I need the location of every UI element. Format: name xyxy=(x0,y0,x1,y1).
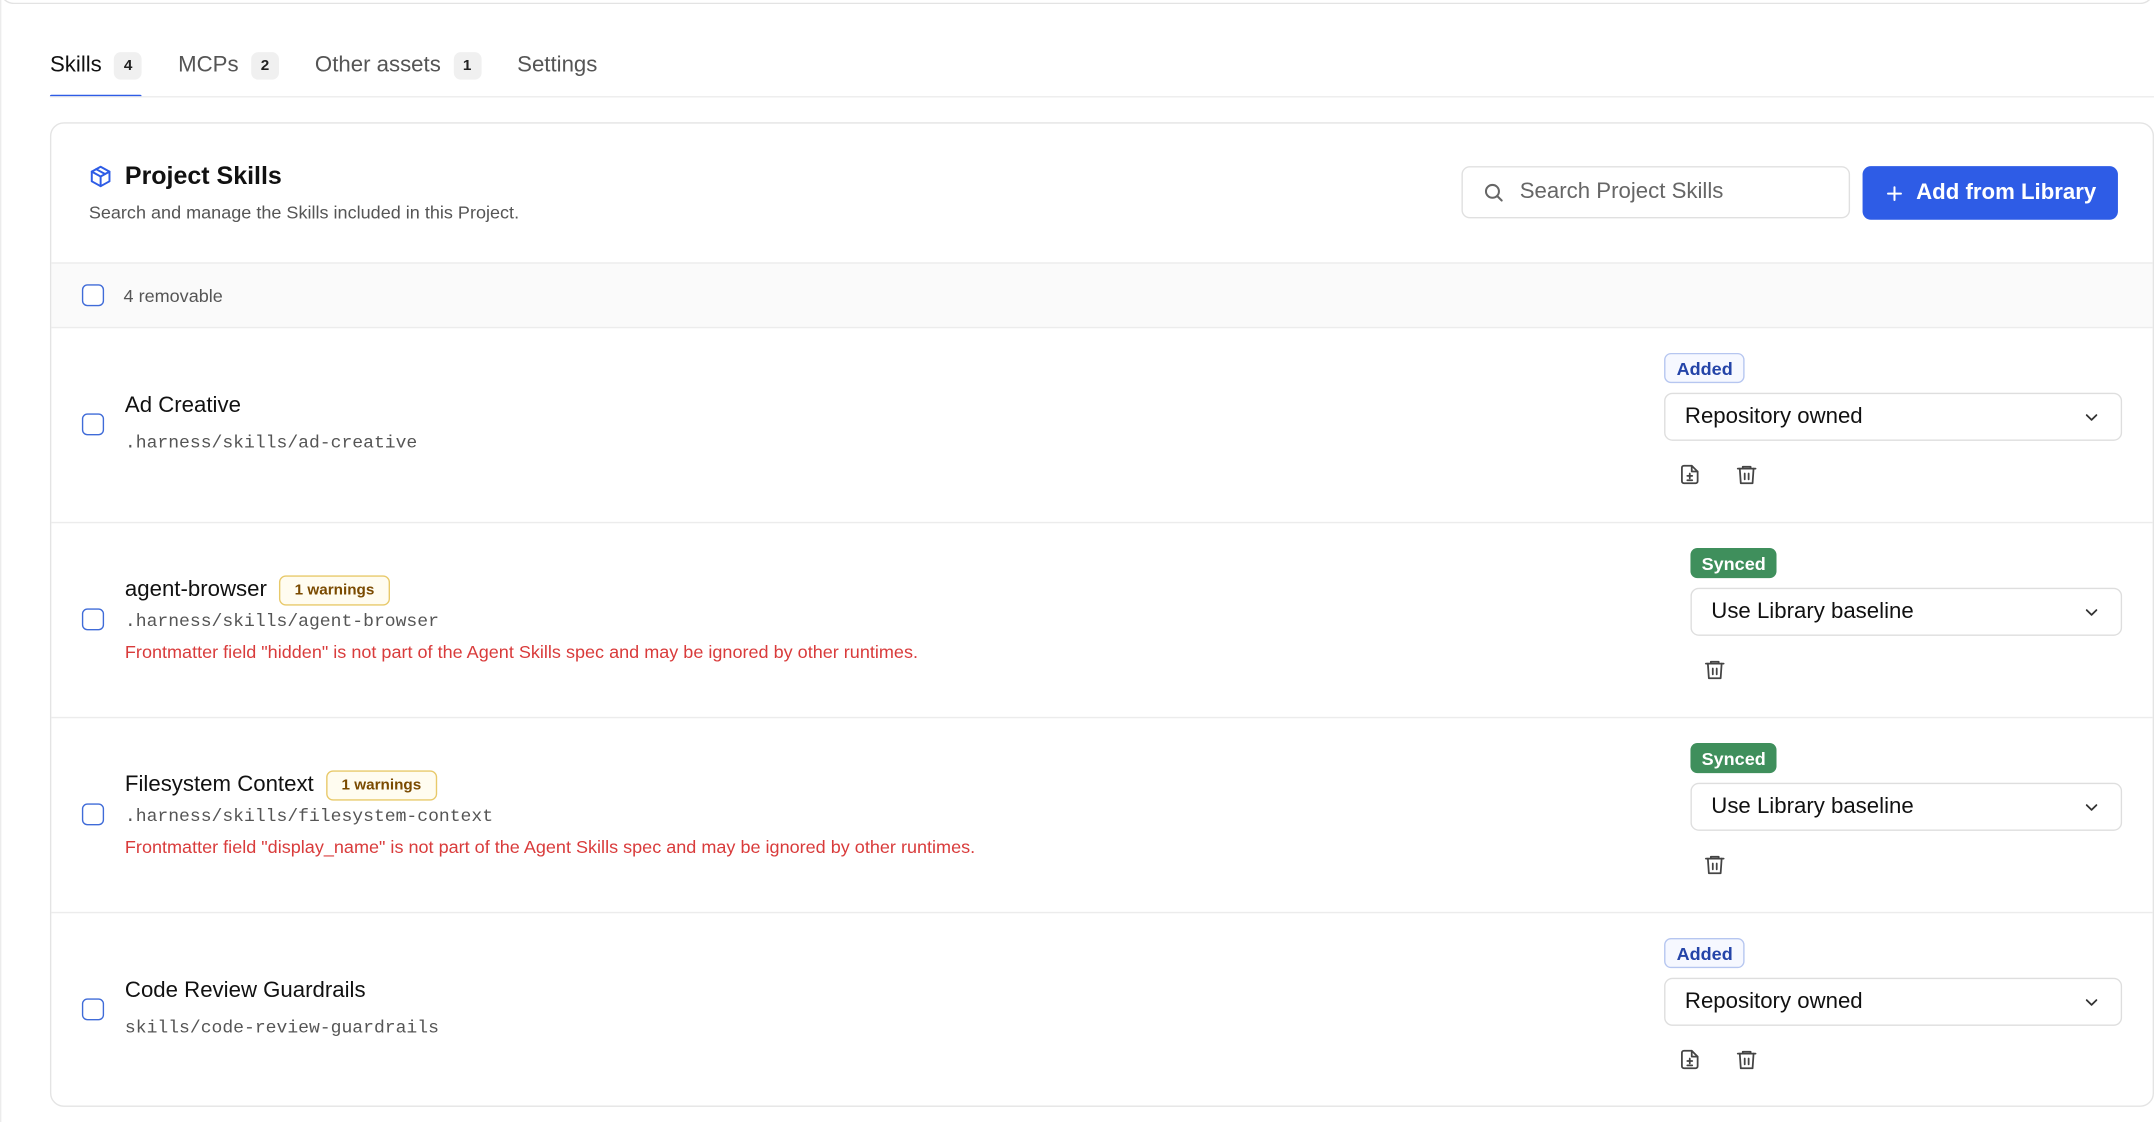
delete-button[interactable] xyxy=(1700,850,1728,877)
skill-name-line: Ad Creative xyxy=(125,394,241,419)
tab-skills-label: Skills xyxy=(49,53,102,77)
warning-badge: 1 warnings xyxy=(326,770,437,801)
tabs-divider xyxy=(49,96,2154,98)
chevron-down-icon xyxy=(2085,413,2098,421)
ownership-select-value: Repository owned xyxy=(1684,404,1863,428)
status-badge: Synced xyxy=(1690,547,1777,579)
tab-settings-label: Settings xyxy=(517,53,598,77)
status-badge: Added xyxy=(1664,937,1746,969)
panel-title-row: Project Skills xyxy=(89,162,282,191)
skill-name: agent-browser xyxy=(124,578,267,602)
chevron-down-icon xyxy=(2085,803,2098,811)
tab-other-assets[interactable]: Other assets 1 xyxy=(314,36,482,96)
file-diff-button[interactable] xyxy=(1675,460,1703,487)
plus-icon xyxy=(1886,185,1902,201)
skill-name: Filesystem Context xyxy=(124,773,314,797)
trash-icon xyxy=(1704,660,1724,679)
trash-icon xyxy=(1704,855,1724,874)
select-all-row: 4 removable xyxy=(51,262,2153,329)
panel-header: Project Skills Search and manage the Ski… xyxy=(51,124,2152,263)
skill-row-checkbox[interactable] xyxy=(81,608,105,631)
skill-name: Ad Creative xyxy=(124,394,241,418)
warning-badge: 1 warnings xyxy=(279,575,390,606)
chevron-down-icon xyxy=(2085,998,2098,1006)
skill-name-line: agent-browser 1 warnings xyxy=(124,575,390,606)
warning-message: Frontmatter field "hidden" is not part o… xyxy=(124,641,919,662)
search-box[interactable] xyxy=(1461,166,1851,219)
ownership-select-value: Repository owned xyxy=(1684,989,1863,1013)
package-icon xyxy=(90,165,111,188)
page-left-edge xyxy=(0,0,2,1122)
page: Skills 4 MCPs 2 Other assets 1 Settings xyxy=(0,0,2154,1122)
tab-other-assets-count: 1 xyxy=(453,52,482,80)
project-skills-panel: Project Skills Search and manage the Ski… xyxy=(49,122,2154,1107)
skill-row: agent-browser 1 warnings .harness/skills… xyxy=(51,523,2153,719)
ownership-select[interactable]: Repository owned xyxy=(1664,392,2123,441)
skill-path: skills/code-review-guardrails xyxy=(124,1017,439,1039)
status-badge: Added xyxy=(1664,352,1746,384)
skill-path: .harness/skills/filesystem-context xyxy=(124,806,494,827)
tab-mcps-count: 2 xyxy=(251,52,279,80)
skill-name-line: Filesystem Context 1 warnings xyxy=(124,770,437,801)
skill-row: Code Review Guardrails skills/code-revie… xyxy=(51,913,2152,1105)
skill-path: .harness/skills/ad-creative xyxy=(124,432,418,454)
panel-subtitle: Search and manage the Skills included in… xyxy=(88,201,520,223)
chevron-down-icon xyxy=(2085,608,2098,616)
ownership-select[interactable]: Use Library baseline xyxy=(1690,587,2123,636)
skill-row: Filesystem Context 1 warnings .harness/s… xyxy=(51,718,2153,914)
ownership-select[interactable]: Repository owned xyxy=(1664,977,2123,1026)
delete-button[interactable] xyxy=(1732,1045,1760,1072)
ownership-select-value: Use Library baseline xyxy=(1711,599,1914,623)
warning-message: Frontmatter field "display_name" is not … xyxy=(124,836,976,857)
skill-name: Code Review Guardrails xyxy=(124,979,366,1003)
delete-button[interactable] xyxy=(1732,460,1760,487)
ownership-select[interactable]: Use Library baseline xyxy=(1690,782,2123,831)
ownership-select-value: Use Library baseline xyxy=(1711,794,1914,818)
skill-row-checkbox[interactable] xyxy=(81,803,105,826)
tab-settings[interactable]: Settings xyxy=(517,36,597,96)
trash-icon xyxy=(1736,1050,1756,1069)
search-input[interactable] xyxy=(1516,178,1828,206)
skill-row-checkbox[interactable] xyxy=(81,998,105,1021)
delete-button[interactable] xyxy=(1700,655,1728,682)
tab-skills-count: 4 xyxy=(114,52,143,80)
skill-path: .harness/skills/agent-browser xyxy=(124,611,439,632)
add-from-library-button[interactable]: Add from Library xyxy=(1862,166,2118,220)
search-icon xyxy=(1484,183,1503,202)
trash-icon xyxy=(1736,465,1756,484)
skill-row: Ad Creative .harness/skills/ad-creative … xyxy=(51,328,2153,524)
panel-title: Project Skills xyxy=(124,162,282,190)
previous-card-edge xyxy=(0,0,2154,5)
add-from-library-label: Add from Library xyxy=(1916,180,2097,204)
file-diff-icon xyxy=(1680,464,1698,484)
select-all-label: 4 removable xyxy=(123,284,223,306)
file-diff-button[interactable] xyxy=(1675,1045,1703,1072)
skill-row-checkbox[interactable] xyxy=(81,413,105,436)
tab-other-assets-label: Other assets xyxy=(314,53,441,77)
tab-mcps[interactable]: MCPs 2 xyxy=(178,36,279,96)
skill-name-line: Code Review Guardrails xyxy=(125,979,366,1004)
status-badge: Synced xyxy=(1690,742,1777,774)
tab-mcps-label: MCPs xyxy=(178,53,239,77)
file-diff-icon xyxy=(1680,1049,1698,1069)
tab-skills[interactable]: Skills 4 xyxy=(49,36,143,98)
select-all-checkbox[interactable] xyxy=(81,284,105,307)
tab-bar: Skills 4 MCPs 2 Other assets 1 Settings xyxy=(49,36,2154,98)
